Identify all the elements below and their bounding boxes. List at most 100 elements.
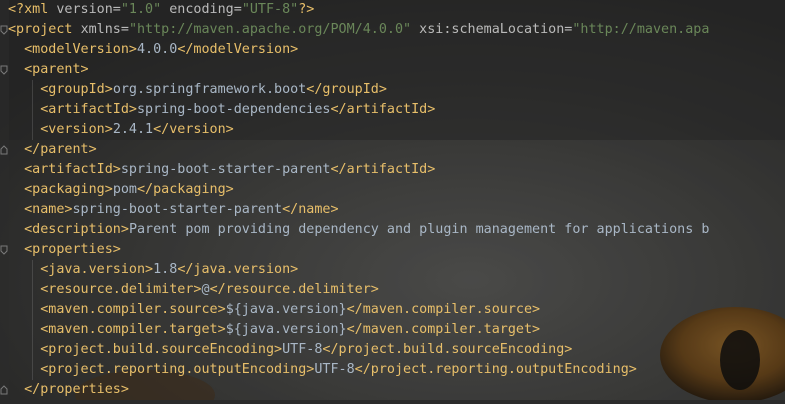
code-token-tag: </name> — [282, 202, 339, 217]
code-token-txt: ${java.version} — [225, 302, 347, 317]
code-token-tag: <project.build.sourceEncoding> — [40, 342, 283, 357]
code-token-attr: xsi:schemaLocation= — [411, 22, 573, 37]
code-line[interactable]: <description>Parent pom providing depend… — [8, 220, 709, 240]
code-token-tag: <project — [8, 22, 81, 37]
code-line[interactable]: <maven.compiler.target>${java.version}</… — [8, 320, 709, 340]
code-token-tag: <artifactId> — [24, 162, 121, 177]
code-token-txt: UTF-8 — [282, 342, 323, 357]
code-token-val: "UTF-8" — [241, 2, 299, 17]
code-token-tag: <version> — [40, 122, 113, 137]
code-token-tag: </project.build.sourceEncoding> — [322, 342, 573, 357]
code-token-val: "1.0" — [120, 2, 162, 17]
code-token-txt: @ — [201, 282, 210, 297]
code-token-tag: <modelVersion> — [24, 42, 137, 57]
code-token-tag: <maven.compiler.target> — [40, 322, 226, 337]
fold-icon[interactable] — [0, 25, 8, 35]
code-token-txt: spring-boot-dependencies — [137, 102, 331, 117]
code-token-tag: <project.reporting.outputEncoding> — [40, 362, 315, 377]
code-line[interactable]: <maven.compiler.source>${java.version}</… — [8, 300, 709, 320]
code-line[interactable]: <java.version>1.8</java.version> — [8, 260, 709, 280]
code-token-val: "http://maven.apache.org/POM/4.0.0" — [128, 22, 412, 37]
code-line[interactable]: <packaging>pom</packaging> — [8, 180, 709, 200]
code-token-tag: </resource.delimiter> — [209, 282, 379, 297]
code-token-tag: </maven.compiler.target> — [346, 322, 541, 337]
code-token-val: "http://maven.apa — [572, 22, 710, 37]
code-token-tag: <maven.compiler.source> — [40, 302, 226, 317]
fold-icon[interactable] — [0, 385, 8, 395]
code-token-tag: xml — [24, 2, 57, 17]
code-token-txt: 4.0.0 — [137, 42, 178, 57]
code-token-pi: ?> — [298, 2, 315, 17]
code-line[interactable]: <artifactId>spring-boot-starter-parent</… — [8, 160, 709, 180]
code-token-txt: 2.4.1 — [112, 122, 154, 137]
code-line[interactable]: <groupId>org.springframework.boot</group… — [8, 80, 709, 100]
code-line[interactable]: <artifactId>spring-boot-dependencies</ar… — [8, 100, 709, 120]
code-line[interactable]: <modelVersion>4.0.0</modelVersion> — [8, 40, 709, 60]
code-token-tag: <parent> — [24, 62, 89, 77]
code-line[interactable]: <project.build.sourceEncoding>UTF-8</pro… — [8, 340, 709, 360]
code-token-tag: <name> — [24, 202, 73, 217]
code-token-tag: </java.version> — [177, 262, 299, 277]
code-token-txt: spring-boot-starter-parent — [120, 162, 331, 177]
code-line[interactable]: <project.reporting.outputEncoding>UTF-8<… — [8, 360, 709, 380]
code-token-tag: </project.reporting.outputEncoding> — [354, 362, 637, 377]
code-token-tag: <packaging> — [24, 182, 113, 197]
code-line[interactable]: <version>2.4.1</version> — [8, 120, 709, 140]
code-line[interactable]: </properties> — [8, 380, 709, 400]
code-token-tag: </maven.compiler.source> — [346, 302, 541, 317]
code-line[interactable]: <project xmlns="http://maven.apache.org/… — [8, 20, 709, 40]
code-token-tag: </version> — [153, 122, 234, 137]
code-token-txt: 1.8 — [153, 262, 178, 277]
code-token-txt: org.springframework.boot — [112, 82, 307, 97]
code-token-tag: </artifactId> — [330, 102, 436, 117]
code-token-tag: </parent> — [24, 142, 97, 157]
code-token-pi: <? — [8, 2, 25, 17]
code-token-tag: </properties> — [24, 382, 129, 397]
code-editor[interactable]: <?xml version="1.0" encoding="UTF-8"?> <p… — [8, 0, 709, 400]
code-token-tag: </artifactId> — [330, 162, 436, 177]
code-token-tag: <properties> — [24, 242, 121, 257]
fold-icon[interactable] — [0, 65, 8, 75]
code-token-tag: <groupId> — [40, 82, 113, 97]
fold-icon[interactable] — [0, 145, 8, 155]
code-token-tag: </groupId> — [306, 82, 387, 97]
code-line[interactable]: <parent> — [8, 60, 709, 80]
code-token-tag: <java.version> — [40, 262, 154, 277]
fold-icon[interactable] — [0, 245, 8, 255]
code-line[interactable]: <resource.delimiter>@</resource.delimite… — [8, 280, 709, 300]
code-token-tag: <resource.delimiter> — [40, 282, 202, 297]
code-token-txt: UTF-8 — [314, 362, 355, 377]
code-token-txt: Parent pom providing dependency and plug… — [128, 222, 710, 237]
code-token-txt: spring-boot-starter-parent — [72, 202, 283, 217]
code-line[interactable]: <properties> — [8, 240, 709, 260]
code-line[interactable]: <name>spring-boot-starter-parent</name> — [8, 200, 709, 220]
code-line[interactable]: </parent> — [8, 140, 709, 160]
code-token-attr: version= — [56, 2, 121, 17]
code-token-txt: pom — [112, 182, 137, 197]
code-token-attr: encoding= — [161, 2, 242, 17]
code-line[interactable]: <?xml version="1.0" encoding="UTF-8"?> — [8, 0, 709, 20]
code-token-tag: <artifactId> — [40, 102, 137, 117]
code-token-txt: ${java.version} — [225, 322, 347, 337]
code-token-tag: </modelVersion> — [177, 42, 299, 57]
code-token-tag: </packaging> — [137, 182, 234, 197]
code-token-tag: <description> — [24, 222, 129, 237]
code-token-attr: xmlns= — [80, 22, 129, 37]
